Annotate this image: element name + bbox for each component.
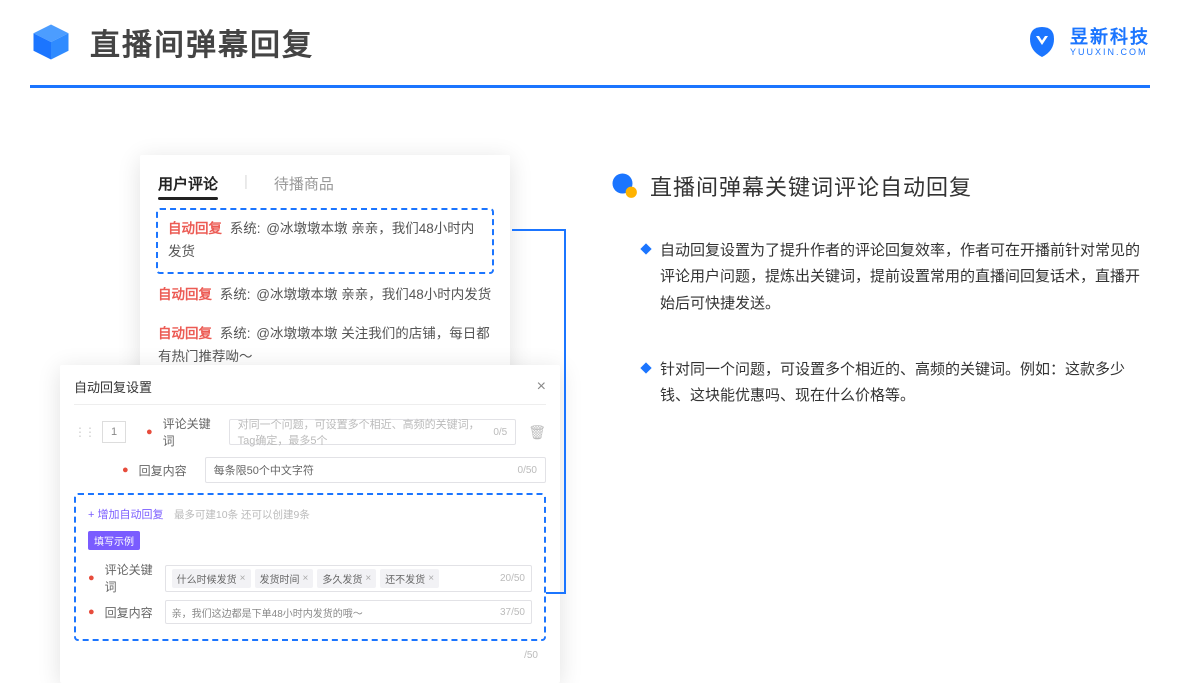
section-title: 直播间弹幕关键词评论自动回复 bbox=[650, 170, 972, 202]
drag-handle-icon[interactable]: ⋮⋮ bbox=[74, 425, 94, 439]
example-keyword-box: 什么时候发货×发货时间×多久发货×还不发货× 20/50 bbox=[165, 565, 532, 592]
delete-icon[interactable]: 🗑 bbox=[528, 424, 546, 441]
brand-name-cn: 昱新科技 bbox=[1070, 28, 1150, 46]
comment-row: 自动回复 系统: @冰墩墩本墩 亲亲，我们48小时内发货 bbox=[158, 276, 492, 315]
example-tag-chip: 发货时间× bbox=[255, 569, 314, 588]
autoreply-settings-panel: 自动回复设置 × ⋮⋮ 1 ● 评论关键词 对同一个问题，可设置多个相近、高频的… bbox=[60, 365, 560, 683]
brand-logo-icon bbox=[1024, 24, 1060, 60]
bullet-item: 针对同一个问题，可设置多个相近的、高频的关键词。例如：这款多少钱、这块能优惠吗、… bbox=[642, 357, 1140, 410]
system-label: 系统: bbox=[230, 221, 261, 236]
cube-icon bbox=[30, 21, 72, 63]
required-dot: ● bbox=[146, 426, 153, 438]
add-autoreply-hint: 最多可建10条 还可以创建9条 bbox=[174, 509, 310, 521]
tab-divider: | bbox=[244, 173, 248, 194]
example-section: + 增加自动回复 最多可建10条 还可以创建9条 填写示例 ● 评论关键词 什么… bbox=[74, 493, 546, 641]
example-reply-box: 亲，我们这边都是下单48小时内发货的哦～ 37/50 bbox=[165, 600, 532, 624]
example-tag-chip: 什么时候发货× bbox=[172, 569, 251, 588]
reply-input[interactable]: 每条限50个中文字符 0/50 bbox=[205, 457, 546, 483]
settings-title: 自动回复设置 bbox=[74, 377, 152, 396]
tab-pending-products[interactable]: 待播商品 bbox=[274, 173, 334, 194]
close-icon[interactable]: × bbox=[537, 378, 546, 396]
diamond-bullet-icon bbox=[640, 362, 651, 373]
page-title: 直播间弹幕回复 bbox=[90, 20, 314, 64]
row-number: 1 bbox=[102, 421, 126, 443]
example-label-reply: 回复内容 bbox=[105, 604, 157, 621]
bullet-text-2: 针对同一个问题，可设置多个相近的、高频的关键词。例如：这款多少钱、这块能优惠吗、… bbox=[660, 357, 1140, 410]
comment-text-2: @冰墩墩本墩 亲亲，我们48小时内发货 bbox=[256, 287, 491, 302]
add-autoreply-link[interactable]: + 增加自动回复 bbox=[88, 509, 163, 521]
label-keyword: 评论关键词 bbox=[163, 415, 221, 449]
example-tag-chip: 还不发货× bbox=[380, 569, 439, 588]
trailing-counter: /50 bbox=[524, 650, 538, 661]
example-tag-chip: 多久发货× bbox=[317, 569, 376, 588]
diamond-bullet-icon bbox=[640, 243, 651, 254]
example-label-keyword: 评论关键词 bbox=[105, 561, 157, 595]
keyword-input[interactable]: 对同一个问题，可设置多个相近、高频的关键词，Tag确定，最多5个 0/5 bbox=[229, 419, 517, 445]
example-badge: 填写示例 bbox=[88, 531, 140, 550]
bullet-item: 自动回复设置为了提升作者的评论回复效率，作者可在开播前针对常见的评论用户问题，提… bbox=[642, 238, 1140, 317]
brand-name-en: YUUXIN.COM bbox=[1070, 48, 1150, 57]
tab-user-comments[interactable]: 用户评论 bbox=[158, 173, 218, 194]
chat-bubbles-icon bbox=[610, 171, 640, 201]
header-divider bbox=[30, 85, 1150, 88]
comment-row-highlighted: 自动回复 系统: @冰墩墩本墩 亲亲，我们48小时内发货 bbox=[156, 208, 494, 274]
label-reply: 回复内容 bbox=[139, 462, 197, 479]
brand-block: 昱新科技 YUUXIN.COM bbox=[1024, 24, 1150, 60]
bullet-text-1: 自动回复设置为了提升作者的评论回复效率，作者可在开播前针对常见的评论用户问题，提… bbox=[660, 238, 1140, 317]
auto-reply-badge: 自动回复 bbox=[168, 221, 222, 236]
